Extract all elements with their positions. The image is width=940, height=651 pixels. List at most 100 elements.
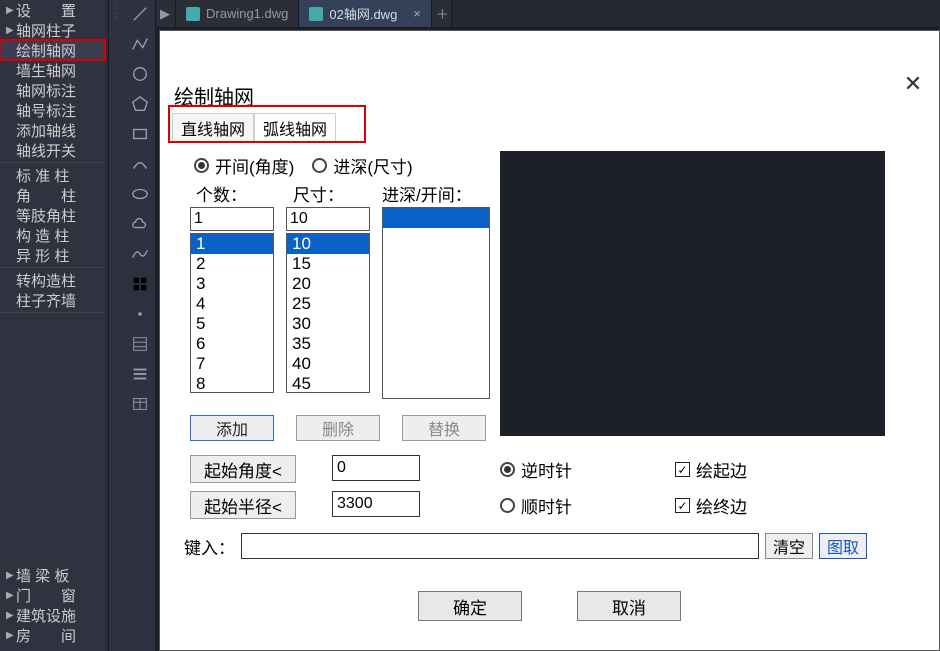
size-input[interactable] — [286, 207, 370, 231]
cancel-button[interactable]: 取消 — [577, 591, 681, 621]
replace-button[interactable]: 替换 — [402, 415, 486, 441]
menu-item-std-col[interactable]: 标 准 柱 — [0, 165, 105, 185]
check-draw-start[interactable]: 绘起边 — [675, 457, 747, 482]
menu-item-draw-grid[interactable]: 绘制轴网 — [0, 40, 105, 60]
doc-tab-2[interactable]: 02轴网.dwg × — [299, 0, 432, 27]
list-item[interactable]: 20 — [287, 274, 369, 294]
rect-icon[interactable] — [128, 122, 152, 146]
draw-grid-dialog: 绘制轴网 ✕ 直线轴网 弧线轴网 开间(角度) 进深(尺寸) 个数： 尺寸： 进… — [159, 30, 940, 651]
close-icon[interactable]: × — [413, 6, 421, 21]
add-tab-button[interactable]: ＋ — [432, 0, 452, 27]
size-listbox[interactable]: 101520253035404560 — [286, 233, 370, 393]
list-item[interactable]: 8 — [191, 374, 273, 393]
key-input[interactable] — [241, 533, 759, 559]
line-icon[interactable] — [128, 2, 152, 26]
grid-icon[interactable] — [128, 272, 152, 296]
polyline-icon[interactable] — [128, 32, 152, 56]
checkbox-icon — [675, 498, 690, 513]
radio-bay[interactable]: 开间(角度) — [194, 153, 294, 178]
new-tab-button[interactable]: ▶ — [156, 0, 176, 27]
list-item[interactable]: 15 — [287, 254, 369, 274]
size-header: 尺寸： — [293, 181, 344, 206]
list-item[interactable]: 35 — [287, 334, 369, 354]
list-item[interactable]: 6 — [191, 334, 273, 354]
count-listbox[interactable]: 123456789 — [190, 233, 274, 393]
menu-item-eq-col[interactable]: 等肢角柱 — [0, 205, 105, 225]
menu-item-wall-beam[interactable]: ▶墙 梁 板 — [0, 565, 105, 585]
table-icon[interactable] — [128, 392, 152, 416]
menu-item-axis-column[interactable]: ▶轴网柱子 — [0, 20, 105, 40]
hatch-icon[interactable] — [128, 332, 152, 356]
radio-icon — [500, 498, 515, 513]
doc-tab-1[interactable]: Drawing1.dwg — [176, 0, 299, 27]
bars-icon[interactable] — [128, 362, 152, 386]
start-radius-button[interactable]: 起始半径< — [190, 491, 296, 519]
list-item[interactable]: 25 — [287, 294, 369, 314]
list-item[interactable]: 5 — [191, 314, 273, 334]
menu-item-align-col[interactable]: 柱子齐墙 — [0, 290, 105, 310]
pick-button[interactable]: 图取 — [819, 533, 867, 559]
spline-icon[interactable] — [128, 242, 152, 266]
menu-label: 添加轴线 — [16, 120, 76, 141]
circle-icon[interactable] — [128, 62, 152, 86]
radio-icon — [500, 462, 515, 477]
count-input[interactable] — [190, 207, 274, 231]
menu-label: 设 置 — [16, 0, 76, 21]
menu-item-wall-axis[interactable]: 墙生轴网 — [0, 60, 105, 80]
cloud-icon[interactable] — [128, 212, 152, 236]
ok-button[interactable]: 确定 — [418, 591, 522, 621]
tab-label: 02轴网.dwg — [329, 4, 397, 23]
list-item[interactable]: 45 — [287, 374, 369, 393]
ellipse-icon[interactable] — [128, 182, 152, 206]
radio-cw[interactable]: 顺时针 — [500, 493, 572, 518]
list-item[interactable]: 3 — [191, 274, 273, 294]
menu-item-building[interactable]: ▶建筑设施 — [0, 605, 105, 625]
point-icon[interactable] — [128, 302, 152, 326]
menu-item-turn-col[interactable]: 转构造柱 — [0, 270, 105, 290]
left-menu-panel: ▶设 置 ▶轴网柱子 绘制轴网 墙生轴网 轴网标注 轴号标注 添加轴线 轴线开关… — [0, 0, 105, 651]
close-icon[interactable]: ✕ — [899, 71, 927, 99]
preview-canvas — [500, 151, 885, 436]
menu-item-axis-label[interactable]: 轴网标注 — [0, 80, 105, 100]
add-button[interactable]: 添加 — [190, 415, 274, 441]
menu-label: 构 造 柱 — [16, 225, 69, 246]
count-header: 个数： — [196, 181, 247, 206]
menu-item-irr-col[interactable]: 异 形 柱 — [0, 245, 105, 265]
arc-icon[interactable] — [128, 152, 152, 176]
start-radius-input[interactable] — [332, 491, 420, 517]
menu-label: 标 准 柱 — [16, 165, 69, 186]
menu-label: 轴号标注 — [16, 100, 76, 121]
document-tabs: ▶ Drawing1.dwg 02轴网.dwg × ＋ — [156, 0, 940, 28]
menu-item-room[interactable]: ▶房 间 — [0, 625, 105, 645]
menu-item-constr-col[interactable]: 构 造 柱 — [0, 225, 105, 245]
menu-item-corner-col[interactable]: 角 柱 — [0, 185, 105, 205]
tab-line-grid[interactable]: 直线轴网 — [172, 113, 254, 143]
menu-item-doors[interactable]: ▶门 窗 — [0, 585, 105, 605]
check-draw-end[interactable]: 绘终边 — [675, 493, 747, 518]
radio-ccw[interactable]: 逆时针 — [500, 457, 572, 482]
delete-button[interactable]: 删除 — [296, 415, 380, 441]
list-item[interactable]: 2 — [191, 254, 273, 274]
menu-label: 异 形 柱 — [16, 245, 69, 266]
list-item[interactable]: 4 — [191, 294, 273, 314]
pentagon-icon[interactable] — [128, 92, 152, 116]
menu-item-axis-num[interactable]: 轴号标注 — [0, 100, 105, 120]
radio-depth[interactable]: 进深(尺寸) — [312, 153, 412, 178]
menu-label: 建筑设施 — [16, 605, 76, 626]
menu-item-add-axis[interactable]: 添加轴线 — [0, 120, 105, 140]
start-angle-button[interactable]: 起始角度< — [190, 455, 296, 483]
list-item[interactable]: 30 — [287, 314, 369, 334]
list-item[interactable]: 1 — [191, 234, 273, 254]
menu-label: 房 间 — [16, 625, 76, 646]
start-angle-input[interactable] — [332, 455, 420, 481]
menu-item-settings[interactable]: ▶设 置 — [0, 0, 105, 20]
clear-button[interactable]: 清空 — [765, 533, 813, 559]
menu-item-axis-toggle[interactable]: 轴线开关 — [0, 140, 105, 160]
menu-label: 墙生轴网 — [16, 60, 76, 81]
depth-listbox[interactable] — [382, 207, 490, 399]
tab-arc-grid[interactable]: 弧线轴网 — [254, 113, 336, 143]
list-item[interactable]: 40 — [287, 354, 369, 374]
list-item[interactable]: 10 — [287, 234, 369, 254]
list-item[interactable]: 7 — [191, 354, 273, 374]
radio-icon — [194, 158, 209, 173]
